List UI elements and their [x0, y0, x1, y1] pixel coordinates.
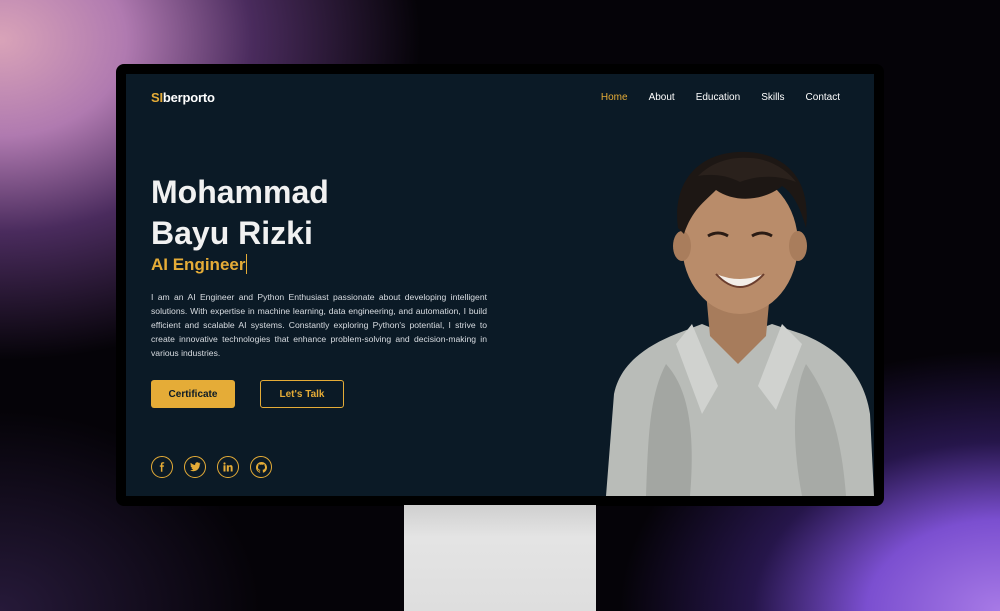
- typing-caret: [246, 254, 248, 274]
- monitor-stand: [404, 505, 596, 611]
- hero-role: AI Engineer: [151, 254, 248, 275]
- logo-accent: SI: [151, 90, 163, 105]
- nav-contact[interactable]: Contact: [806, 92, 840, 103]
- hero-name-line1: Mohammad: [151, 174, 329, 210]
- twitter-icon[interactable]: [184, 456, 206, 478]
- website-screen: SIberporto Home About Education Skills C…: [126, 74, 874, 496]
- hero-name-line2: Bayu Rizki: [151, 215, 313, 251]
- nav-about[interactable]: About: [649, 92, 675, 103]
- nav-skills[interactable]: Skills: [761, 92, 784, 103]
- site-logo[interactable]: SIberporto: [151, 90, 215, 105]
- main-nav: Home About Education Skills Contact: [601, 92, 840, 103]
- nav-education[interactable]: Education: [696, 92, 740, 103]
- hero-role-text: AI Engineer: [151, 255, 246, 274]
- social-links: [151, 456, 272, 478]
- certificate-button[interactable]: Certificate: [151, 380, 235, 408]
- lets-talk-button[interactable]: Let's Talk: [260, 380, 344, 408]
- hero-description: I am an AI Engineer and Python Enthusias…: [151, 292, 487, 358]
- profile-photo: [606, 151, 874, 496]
- hero-name: Mohammad Bayu Rizki: [151, 172, 451, 254]
- nav-home[interactable]: Home: [601, 92, 628, 103]
- github-icon[interactable]: [250, 456, 272, 478]
- monitor-frame: SIberporto Home About Education Skills C…: [116, 64, 884, 506]
- logo-text: berporto: [162, 90, 215, 105]
- linkedin-icon[interactable]: [217, 456, 239, 478]
- facebook-icon[interactable]: [151, 456, 173, 478]
